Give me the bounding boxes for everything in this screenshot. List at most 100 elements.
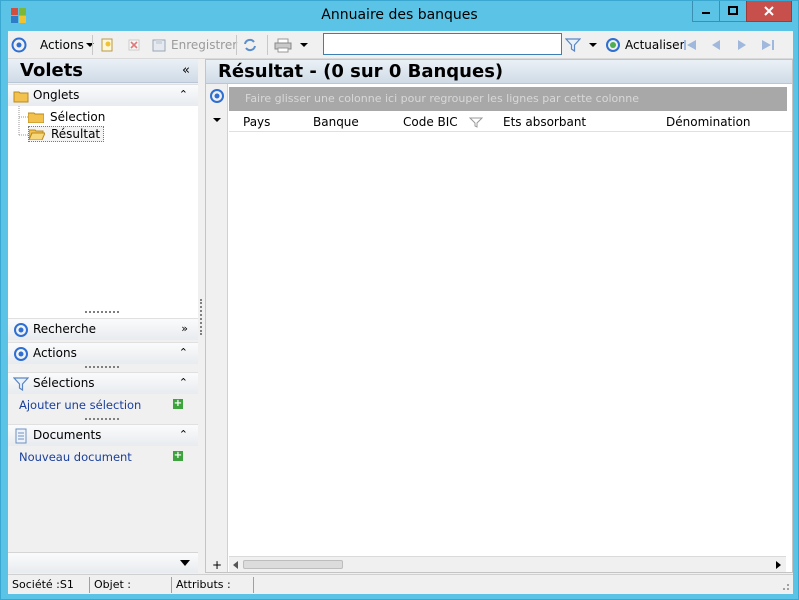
folder-icon xyxy=(28,112,44,123)
selections-section-header[interactable]: Sélections ⌃ xyxy=(8,372,198,394)
result-header: Résultat - (0 sur 0 Banques) xyxy=(206,60,792,84)
tree-item-label: Résultat xyxy=(51,127,101,141)
onglets-section-header[interactable]: Onglets ⌃ xyxy=(8,84,198,106)
chevron-down-icon[interactable] xyxy=(212,116,222,124)
actions-menu-label: Actions xyxy=(40,38,84,52)
save-button[interactable]: Enregistrer xyxy=(151,35,237,55)
collapse-pane-icon[interactable]: « xyxy=(182,63,190,78)
resize-grip-icon[interactable] xyxy=(780,581,790,591)
new-document-link[interactable]: Nouveau document xyxy=(19,450,132,464)
resize-grip[interactable] xyxy=(85,311,119,314)
add-icon[interactable]: + xyxy=(173,399,183,409)
client-area: Actions Enregistrer Actualiser Volets « … xyxy=(8,31,793,594)
delete-button[interactable] xyxy=(126,35,142,55)
search-input[interactable] xyxy=(323,33,562,55)
new-button[interactable] xyxy=(99,35,115,55)
chevron-down-icon xyxy=(300,43,308,47)
selections-section-body: Ajouter une sélection + xyxy=(8,394,198,416)
column-filter-icon[interactable] xyxy=(469,116,483,128)
sync-button[interactable] xyxy=(242,35,258,55)
chevron-up-icon[interactable]: ⌃ xyxy=(179,346,188,359)
actions-section-header[interactable]: Actions ⌃ xyxy=(8,342,198,364)
tree-item-selection[interactable]: Sélection xyxy=(28,109,105,125)
horizontal-scrollbar[interactable] xyxy=(229,556,786,572)
delete-icon xyxy=(128,39,140,51)
onglets-title: Onglets xyxy=(33,88,80,102)
first-record-icon[interactable] xyxy=(682,37,698,53)
resize-grip[interactable] xyxy=(85,366,119,369)
scroll-right-icon[interactable] xyxy=(775,560,783,570)
toolbar: Actions Enregistrer Actualiser xyxy=(8,31,793,59)
new-document-icon xyxy=(101,38,113,52)
target-icon xyxy=(11,37,27,53)
chevron-up-icon[interactable]: ⌃ xyxy=(179,376,188,389)
chevron-down-double-icon[interactable]: » xyxy=(181,322,188,335)
scrollbar-thumb[interactable] xyxy=(243,560,343,569)
target-button[interactable] xyxy=(11,35,27,55)
refresh-button[interactable]: Actualiser xyxy=(605,35,685,55)
selections-title: Sélections xyxy=(33,376,95,390)
minimize-icon xyxy=(702,12,710,14)
last-record-icon[interactable] xyxy=(760,37,776,53)
scroll-left-icon[interactable] xyxy=(231,560,239,570)
window-title: Annuaire des banques xyxy=(321,7,478,23)
sync-icon xyxy=(244,38,256,52)
actions-menu-button[interactable]: Actions xyxy=(40,35,94,55)
group-by-panel[interactable]: Faire glisser une colonne ici pour regro… xyxy=(229,87,787,111)
add-selection-link[interactable]: Ajouter une sélection xyxy=(19,398,141,412)
column-header-banque[interactable]: Banque xyxy=(313,115,359,129)
filter-icon xyxy=(565,38,581,53)
document-icon xyxy=(15,428,27,444)
column-header-code-bic[interactable]: Code BIC xyxy=(403,115,458,129)
status-societe: Société :S1 xyxy=(10,577,90,593)
status-bar: Société :S1 Objet : Attributs : xyxy=(8,574,793,594)
refresh-label: Actualiser xyxy=(625,38,685,52)
minimize-button[interactable] xyxy=(692,1,720,22)
filter-button[interactable] xyxy=(565,35,597,55)
previous-record-icon[interactable] xyxy=(708,37,724,53)
pane-overflow-button[interactable] xyxy=(8,552,198,573)
column-header-denomination[interactable]: Dénomination xyxy=(666,115,751,129)
next-record-icon[interactable] xyxy=(734,37,750,53)
status-objet: Objet : xyxy=(92,577,172,593)
chevron-down-icon xyxy=(180,560,190,566)
group-hint: Faire glisser une colonne ici pour regro… xyxy=(245,92,639,105)
volets-header: Volets « xyxy=(8,59,198,83)
close-button[interactable] xyxy=(746,1,792,22)
filter-icon xyxy=(13,377,29,392)
pane-splitter[interactable] xyxy=(198,59,204,573)
target-icon[interactable] xyxy=(209,88,225,104)
tree-item-resultat[interactable]: Résultat xyxy=(28,126,105,142)
add-icon[interactable]: + xyxy=(173,451,183,461)
app-window: Annuaire des banques Actions Enregistrer… xyxy=(0,0,799,600)
save-label: Enregistrer xyxy=(171,38,238,52)
grid-column-headers: Pays Banque Code BIC Ets absorbant Dénom… xyxy=(229,112,792,132)
column-header-pays[interactable]: Pays xyxy=(243,115,270,129)
volets-pane: Volets « Onglets ⌃ Sélection Résultat Re… xyxy=(8,59,198,573)
documents-title: Documents xyxy=(33,428,102,442)
grid-row-indicator: + xyxy=(206,84,228,572)
chevron-down-icon xyxy=(589,43,597,47)
target-icon xyxy=(14,323,28,337)
documents-section-header[interactable]: Documents ⌃ xyxy=(8,424,198,446)
recherche-section-header[interactable]: Recherche » xyxy=(8,318,198,340)
tree-item-label: Sélection xyxy=(50,110,106,124)
resize-grip[interactable] xyxy=(85,418,119,421)
printer-icon xyxy=(274,38,292,53)
refresh-icon xyxy=(606,38,620,52)
print-button[interactable] xyxy=(274,35,308,55)
maximize-button[interactable] xyxy=(719,1,747,22)
add-row-icon[interactable]: + xyxy=(212,558,222,572)
documents-section-body: Nouveau document + xyxy=(8,446,198,468)
save-icon xyxy=(152,39,166,52)
actions-title: Actions xyxy=(33,346,77,360)
close-icon xyxy=(764,6,774,16)
maximize-icon xyxy=(728,6,738,15)
target-icon xyxy=(14,347,28,361)
result-pane: Résultat - (0 sur 0 Banques) + Faire gli… xyxy=(205,59,793,573)
chevron-up-icon[interactable]: ⌃ xyxy=(179,88,188,101)
title-bar: Annuaire des banques xyxy=(1,1,798,31)
chevron-up-icon[interactable]: ⌃ xyxy=(179,428,188,441)
column-header-ets-absorbant[interactable]: Ets absorbant xyxy=(503,115,586,129)
folder-icon xyxy=(13,91,29,103)
